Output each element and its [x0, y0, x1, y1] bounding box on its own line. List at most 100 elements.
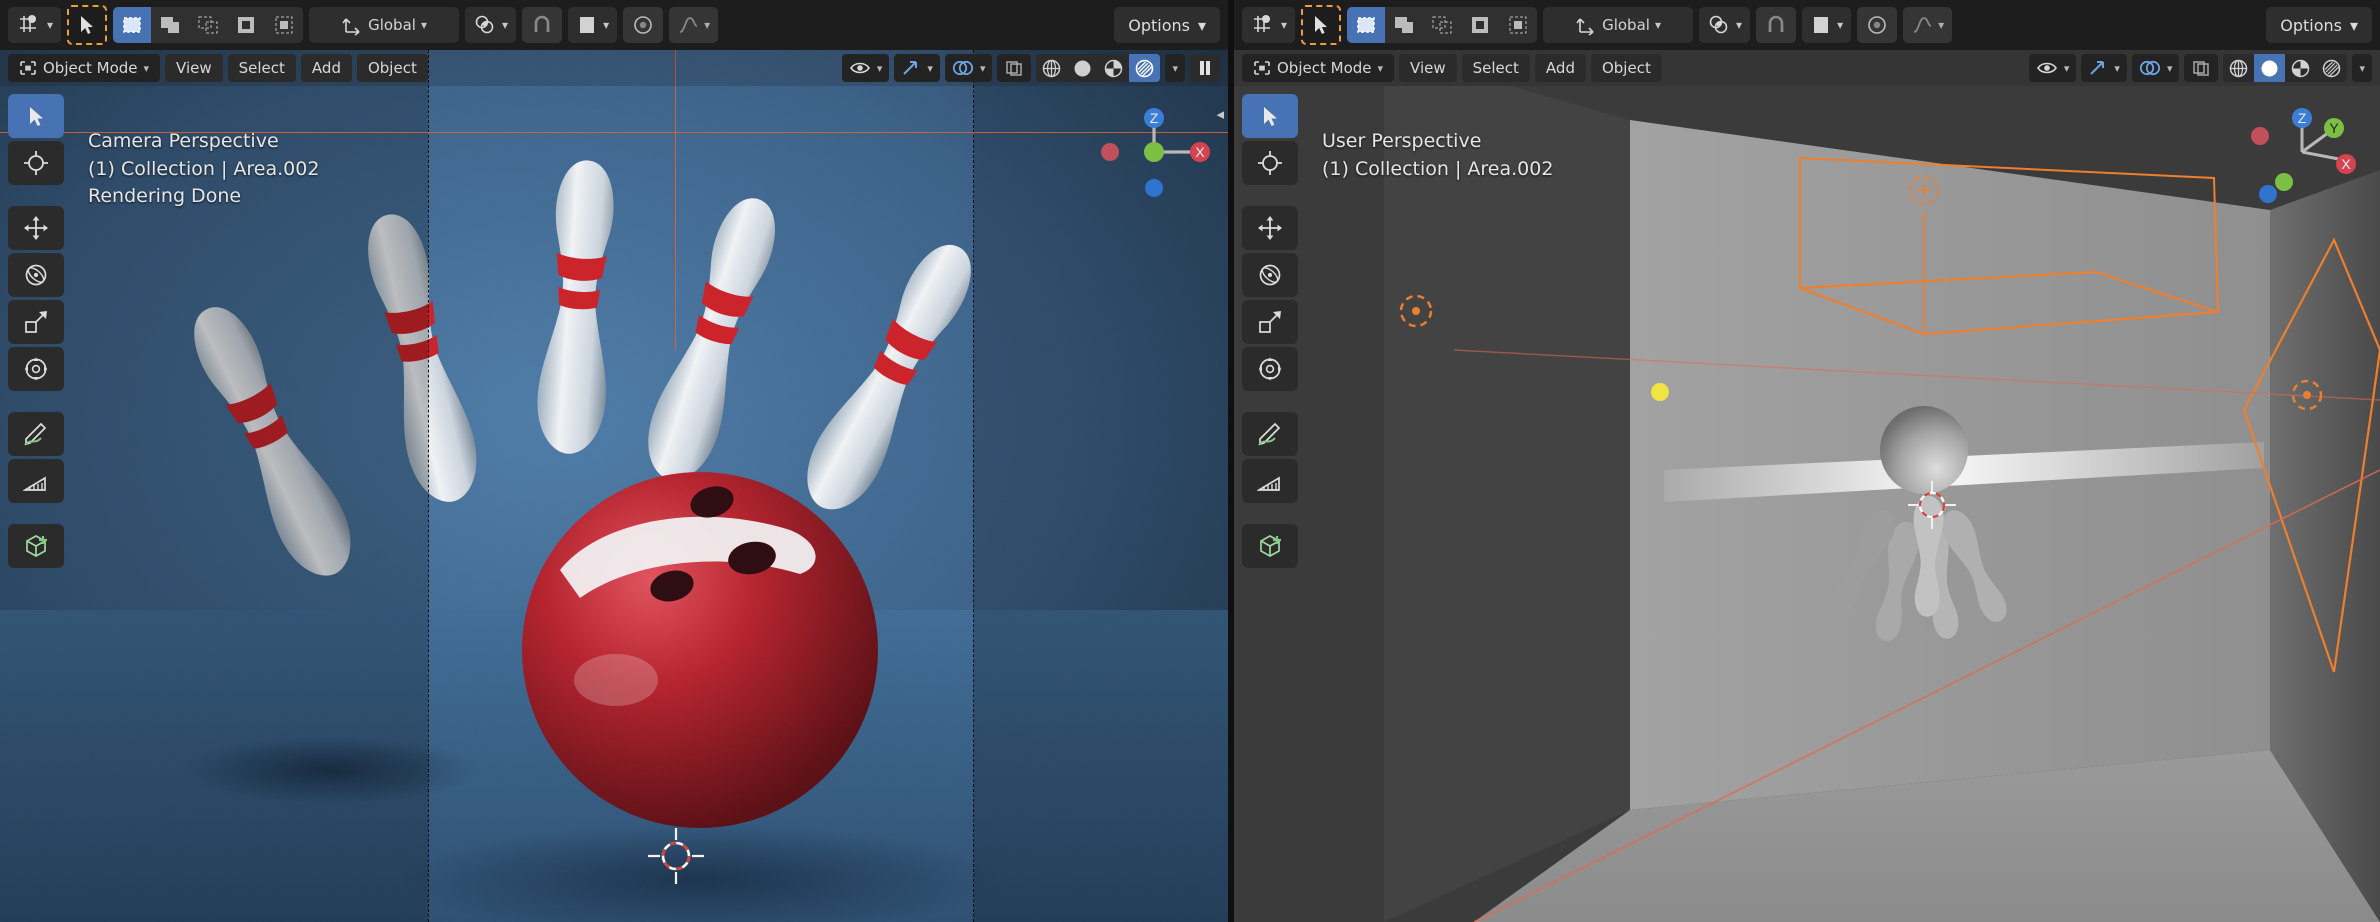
tool-add-cube[interactable]	[1242, 524, 1298, 568]
object-mode-icon	[19, 60, 37, 76]
orientation-axes-icon	[341, 14, 363, 36]
xray-toggle-button[interactable]	[997, 54, 1032, 82]
camera-frame-border	[428, 50, 974, 922]
view-menu[interactable]: View	[165, 54, 223, 82]
solid-icon[interactable]	[1067, 54, 1099, 82]
editor-type-button[interactable]: ▾	[1242, 7, 1296, 43]
transform-orientation-button[interactable]: Global ▾	[1543, 7, 1694, 43]
chevron-down-icon: ▾	[143, 61, 150, 75]
shading-mode-group[interactable]	[2223, 54, 2348, 82]
object-visibility-button[interactable]: ▾	[841, 54, 890, 82]
object-menu[interactable]: Object	[356, 54, 428, 82]
interaction-mode-dropdown[interactable]: Object Mode ▾	[8, 54, 161, 82]
tool-cursor[interactable]	[8, 141, 64, 185]
select-box-subtract-icon[interactable]	[1423, 7, 1462, 43]
left-viewport-toolbar[interactable]	[8, 94, 64, 568]
tool-annotate[interactable]	[8, 412, 64, 456]
chevron-down-icon: ▾	[420, 18, 427, 32]
overlays-toggle-button[interactable]: ▾	[944, 54, 993, 82]
sidebar-expand-arrow[interactable]: ◂	[1216, 105, 1224, 123]
select-box-subtract-icon[interactable]	[189, 7, 228, 43]
xray-toggle-button[interactable]	[2184, 54, 2219, 82]
snap-magnet-button[interactable]	[522, 7, 563, 43]
tool-add-cube[interactable]	[8, 524, 64, 568]
select-box-invert-icon[interactable]	[1461, 7, 1500, 43]
snap-magnet-button[interactable]	[1756, 7, 1797, 43]
interaction-mode-dropdown[interactable]: Object Mode ▾	[1242, 54, 1395, 82]
editor-type-button[interactable]: ▾	[8, 7, 62, 43]
editor-type-icon	[1250, 14, 1276, 36]
select-menu[interactable]: Select	[227, 54, 296, 82]
select-mode-group[interactable]	[1347, 7, 1538, 43]
view-menu[interactable]: View	[1399, 54, 1457, 82]
snap-target-button[interactable]: ▾	[1802, 7, 1852, 43]
add-menu-label: Add	[1545, 59, 1575, 77]
object-visibility-button[interactable]: ▾	[2028, 54, 2077, 82]
active-tool-select-button[interactable]	[1301, 5, 1342, 45]
chevron-down-icon: ▾	[1281, 18, 1288, 32]
proportional-edit-button[interactable]	[623, 7, 664, 43]
shading-options-dropdown[interactable]: ▾	[1165, 54, 1185, 82]
right-viewport-toolbar[interactable]	[1242, 94, 1298, 568]
tool-transform[interactable]	[8, 347, 64, 391]
pause-render-button[interactable]	[1190, 54, 1220, 82]
rendered-icon[interactable]	[2316, 54, 2348, 82]
tool-scale[interactable]	[1242, 300, 1298, 344]
tool-tweak-select[interactable]	[1242, 94, 1298, 138]
shading-mode-group[interactable]	[1036, 54, 1161, 82]
material-preview-icon[interactable]	[1098, 54, 1130, 82]
view-menu-label: View	[1410, 59, 1446, 77]
blender-window: ▾ Global ▾ ▾ ▾ ▾ Options ▾ Object Mode ▾…	[0, 0, 2380, 922]
options-button[interactable]: Options ▾	[2266, 7, 2372, 43]
select-box-extend-icon[interactable]	[151, 7, 190, 43]
tool-move[interactable]	[1242, 206, 1298, 250]
pivot-point-button[interactable]: ▾	[1699, 7, 1751, 43]
select-box-icon[interactable]	[1347, 7, 1386, 43]
overlays-toggle-button[interactable]: ▾	[2131, 54, 2180, 82]
left-3d-viewport-editor: ▾ Global ▾ ▾ ▾ ▾ Options ▾ Object Mode ▾…	[0, 0, 1228, 922]
solid-icon[interactable]	[2254, 54, 2286, 82]
left-viewport[interactable]: Object Mode ▾ View Select Add Object ▾ ▾…	[0, 50, 1228, 922]
shading-options-dropdown[interactable]: ▾	[2352, 54, 2372, 82]
select-menu[interactable]: Select	[1461, 54, 1530, 82]
falloff-curve-button[interactable]: ▾	[1903, 7, 1953, 43]
object-menu[interactable]: Object	[1590, 54, 1662, 82]
select-box-intersect-icon[interactable]	[265, 7, 304, 43]
tool-rotate[interactable]	[1242, 253, 1298, 297]
transform-orientation-button[interactable]: Global ▾	[309, 7, 460, 43]
overlays-icon	[2139, 59, 2161, 77]
tool-transform[interactable]	[1242, 347, 1298, 391]
options-button[interactable]: Options ▾	[1114, 7, 1220, 43]
select-box-intersect-icon[interactable]	[1499, 7, 1538, 43]
tool-measure[interactable]	[1242, 459, 1298, 503]
material-preview-icon[interactable]	[2285, 54, 2317, 82]
rendered-icon[interactable]	[1129, 54, 1161, 82]
tool-annotate[interactable]	[1242, 412, 1298, 456]
snap-target-button[interactable]: ▾	[568, 7, 618, 43]
right-viewport[interactable]: Object Mode ▾ View Select Add Object ▾ ▾…	[1234, 50, 2380, 922]
wireframe-icon[interactable]	[1036, 54, 1068, 82]
wireframe-icon[interactable]	[2223, 54, 2255, 82]
tool-rotate[interactable]	[8, 253, 64, 297]
falloff-curve-button[interactable]: ▾	[669, 7, 719, 43]
tool-measure[interactable]	[8, 459, 64, 503]
select-box-icon[interactable]	[113, 7, 152, 43]
pivot-point-button[interactable]: ▾	[465, 7, 517, 43]
tool-scale[interactable]	[8, 300, 64, 344]
left-viewport-header: Object Mode ▾ View Select Add Object ▾ ▾…	[0, 50, 1228, 86]
chevron-down-icon: ▾	[2349, 15, 2358, 35]
gizmo-toggle-button[interactable]: ▾	[894, 54, 940, 82]
proportional-edit-button[interactable]	[1857, 7, 1898, 43]
active-tool-select-button[interactable]	[67, 5, 108, 45]
tool-tweak-select[interactable]	[8, 94, 64, 138]
select-mode-group[interactable]	[113, 7, 304, 43]
add-menu[interactable]: Add	[1534, 54, 1586, 82]
select-box-extend-icon[interactable]	[1385, 7, 1424, 43]
add-menu[interactable]: Add	[300, 54, 352, 82]
gizmo-toggle-button[interactable]: ▾	[2081, 54, 2127, 82]
chevron-down-icon: ▾	[47, 18, 54, 32]
chevron-down-icon: ▾	[979, 61, 986, 75]
select-box-invert-icon[interactable]	[227, 7, 266, 43]
tool-cursor[interactable]	[1242, 141, 1298, 185]
tool-move[interactable]	[8, 206, 64, 250]
